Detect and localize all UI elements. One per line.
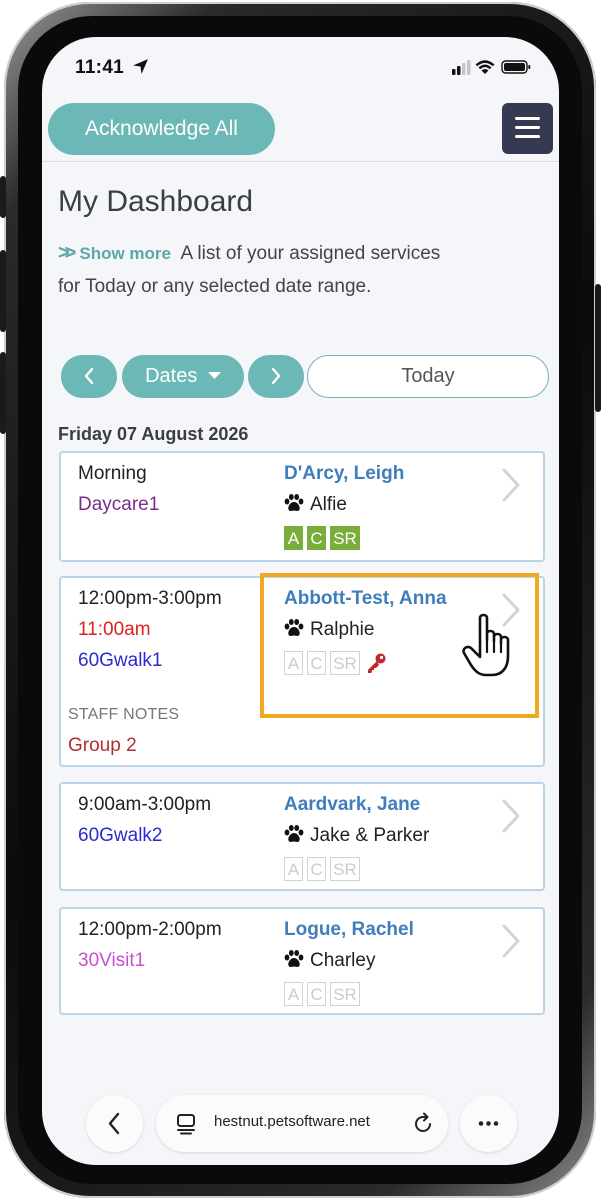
paw-icon	[284, 825, 304, 842]
pet-name: Alfie	[284, 494, 347, 516]
reload-icon[interactable]	[412, 1112, 434, 1134]
paw-icon	[284, 950, 304, 967]
tabs-icon	[177, 1114, 195, 1135]
menu-button[interactable]	[502, 103, 553, 154]
service-name: Daycare1	[78, 494, 160, 515]
staff-notes-value: Group 2	[68, 735, 137, 756]
caret-down-icon	[207, 372, 221, 379]
previous-date-button[interactable]	[61, 355, 117, 398]
location-arrow-icon	[132, 59, 148, 74]
dates-dropdown[interactable]: Dates	[122, 355, 244, 398]
status-badges: A C SR	[284, 526, 364, 552]
silent-switch	[0, 176, 6, 218]
badge-c: C	[307, 857, 326, 881]
phone-screen: 11:41 Acknowledge All My Dashboard >> Sh…	[42, 37, 559, 1165]
service-card[interactable]: Morning Daycare1 D'Arcy, Leigh Alfie ACS…	[59, 451, 545, 562]
badge-sr: SR	[330, 982, 360, 1006]
service-time: 12:00pm-2:00pm	[78, 919, 222, 940]
staff-notes-label: STAFF NOTES	[68, 706, 180, 723]
status-time: 11:41	[75, 57, 149, 79]
dashboard-intro: >> Show more A list of your assigned serv…	[58, 237, 458, 303]
pointer-hand-icon	[462, 613, 510, 677]
badge-a: A	[284, 982, 303, 1006]
header-divider	[42, 161, 559, 162]
battery-icon	[501, 60, 531, 74]
client-name-link[interactable]: Logue, Rachel	[284, 919, 414, 941]
client-name-link[interactable]: Aardvark, Jane	[284, 794, 420, 816]
show-more-link[interactable]: Show more	[79, 244, 171, 263]
badge-c: C	[307, 526, 326, 550]
badge-a: A	[284, 526, 303, 550]
page-title: My Dashboard	[58, 185, 254, 218]
browser-back-button[interactable]	[86, 1095, 143, 1152]
signal-icon	[452, 60, 471, 75]
status-icons	[452, 60, 531, 75]
chevron-left-icon	[84, 367, 94, 385]
service-name: 30Visit1	[78, 950, 146, 971]
pet-name: Charley	[284, 950, 375, 972]
browser-more-button[interactable]	[460, 1095, 517, 1152]
status-bar: 11:41	[42, 37, 559, 95]
service-name: 60Gwalk1	[78, 650, 163, 671]
today-button[interactable]: Today	[307, 355, 549, 398]
volume-up-button	[0, 250, 6, 332]
badge-sr: SR	[330, 526, 360, 550]
acknowledge-all-button[interactable]: Acknowledge All	[48, 103, 275, 155]
arrival-time: 11:00am	[78, 619, 151, 640]
badge-c: C	[307, 982, 326, 1006]
chevron-right-icon	[271, 367, 281, 385]
client-name-link[interactable]: D'Arcy, Leigh	[284, 463, 404, 485]
menu-icon	[515, 117, 540, 120]
pet-name: Jake & Parker	[284, 825, 429, 847]
chevron-right-icon[interactable]	[501, 798, 521, 834]
badge-sr: SR	[330, 857, 360, 881]
next-date-button[interactable]	[248, 355, 304, 398]
service-time: 12:00pm-3:00pm	[78, 588, 222, 609]
paw-icon	[284, 494, 304, 511]
chevron-right-icon[interactable]	[501, 923, 521, 959]
status-badges: A C SR	[284, 982, 364, 1008]
browser-address-bar[interactable]: hestnut.petsoftware.net	[156, 1095, 448, 1152]
badge-a: A	[284, 857, 303, 881]
service-time: Morning	[78, 463, 147, 484]
chevron-right-icon[interactable]	[501, 467, 521, 503]
service-time: 9:00am-3:00pm	[78, 794, 212, 815]
double-chevron-icon: >>	[58, 242, 76, 264]
date-heading: Friday 07 August 2026	[58, 424, 249, 444]
more-icon	[478, 1121, 499, 1126]
wifi-icon	[475, 60, 495, 74]
service-card[interactable]: 9:00am-3:00pm 60Gwalk2 Aardvark, Jane Ja…	[59, 782, 545, 891]
volume-down-button	[0, 352, 6, 434]
back-icon	[108, 1112, 120, 1135]
service-name: 60Gwalk2	[78, 825, 163, 846]
browser-url: hestnut.petsoftware.net	[214, 1113, 370, 1130]
power-button	[595, 284, 601, 412]
status-badges: A C SR	[284, 857, 364, 883]
service-card[interactable]: 12:00pm-2:00pm 30Visit1 Logue, Rachel Ch…	[59, 907, 545, 1015]
